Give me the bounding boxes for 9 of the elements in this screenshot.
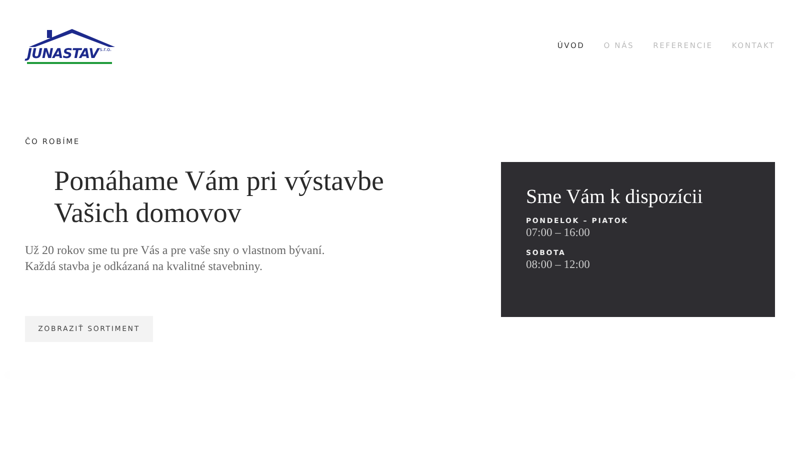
opening-hours: 07:00 – 16:00 xyxy=(526,227,590,239)
opening-hours: 08:00 – 12:00 xyxy=(526,259,590,271)
intro-text: Každá stavba je odkázaná na kvalitné stavebniny. xyxy=(25,258,262,274)
card-title: Sme Vám k dispozícii xyxy=(526,186,703,209)
logo-wordmark: JUNASTAV xyxy=(27,47,99,62)
intro-text: Už 20 rokov sme tu pre Vás a pre vaše sny o vlastnom bývaní. xyxy=(25,242,325,258)
roof-icon xyxy=(27,27,117,49)
headline: Vašich domovov xyxy=(54,198,242,230)
headline: Pomáhame Vám pri výstavbe xyxy=(54,166,384,198)
